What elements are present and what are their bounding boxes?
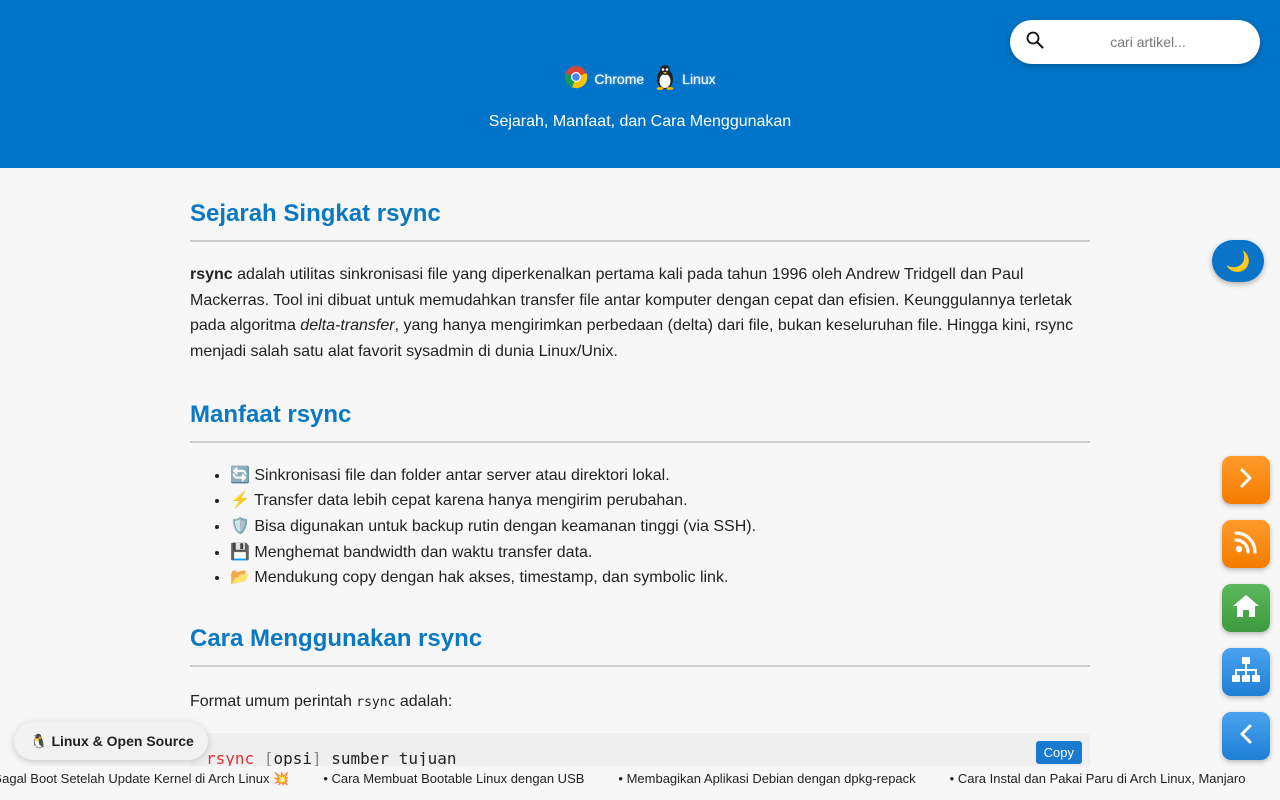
- list-item: ⚡ Transfer data lebih cepat karena hanya…: [230, 488, 1090, 514]
- sitemap-icon: [1231, 656, 1261, 689]
- delta-transfer-term: delta-transfer: [300, 317, 395, 335]
- news-ticker: Gagal Boot Setelah Update Kernel di Arch…: [0, 766, 1280, 794]
- format-end: adalah:: [395, 692, 453, 710]
- search-input[interactable]: [1058, 34, 1238, 50]
- chrome-link[interactable]: Chrome: [564, 65, 644, 92]
- ticker-item[interactable]: • Membagikan Aplikasi Debian dengan dpkg…: [618, 771, 915, 787]
- format-paragraph: Format umum perintah rsync adalah:: [190, 689, 1090, 716]
- chrome-icon: [564, 65, 588, 92]
- category-label: Linux & Open Source: [51, 733, 194, 749]
- linux-link-label: Linux: [682, 70, 716, 87]
- next-article-button[interactable]: [1222, 456, 1270, 504]
- list-item: 💾 Menghemat bandwidth dan waktu transfer…: [230, 540, 1090, 566]
- ticker-item[interactable]: • Cara Membuat Bootable Linux dengan USB: [323, 771, 584, 787]
- format-intro: Format umum perintah: [190, 692, 357, 710]
- chrome-link-label: Chrome: [594, 70, 645, 87]
- linux-link[interactable]: Linux: [654, 64, 716, 93]
- inline-code: rsync: [356, 694, 396, 710]
- site-header: Chrome Linux Sejarah, Manfaat, dan Cara …: [0, 0, 1280, 168]
- section-heading-benefits: Manfaat rsync: [190, 401, 1090, 443]
- list-item: 📂 Mendukung copy dengan hak akses, times…: [230, 565, 1090, 591]
- ticker-item[interactable]: Gagal Boot Setelah Update Kernel di Arch…: [0, 771, 289, 787]
- ticker-item[interactable]: • Cara Instal dan Pakai Paru di Arch Lin…: [950, 771, 1246, 787]
- home-icon: [1232, 593, 1260, 624]
- copy-button[interactable]: Copy: [1035, 741, 1082, 765]
- brand-links: Chrome Linux: [0, 64, 1280, 93]
- rss-button[interactable]: [1222, 520, 1270, 568]
- tux-icon: [654, 64, 676, 93]
- prev-article-button[interactable]: [1222, 712, 1270, 760]
- search-icon: [1026, 31, 1044, 54]
- page-subtitle: Sejarah, Manfaat, dan Cara Menggunakan: [488, 113, 792, 130]
- article-content: Sejarah Singkat rsync rsync adalah utili…: [190, 200, 1090, 794]
- ticker-track: Gagal Boot Setelah Update Kernel di Arch…: [0, 771, 1279, 787]
- section-heading-history: Sejarah Singkat rsync: [190, 200, 1090, 242]
- theme-toggle-button[interactable]: 🌙: [1212, 240, 1264, 282]
- home-button[interactable]: [1222, 584, 1270, 632]
- chevron-right-icon: [1235, 467, 1257, 494]
- sitemap-button[interactable]: [1222, 648, 1270, 696]
- rsync-term: rsync: [190, 266, 233, 283]
- benefits-list: 🔄 Sinkronisasi file dan folder antar ser…: [190, 463, 1090, 591]
- search-box[interactable]: [1010, 20, 1260, 64]
- penguin-icon: 🐧: [30, 732, 48, 749]
- chevron-left-icon: [1235, 723, 1257, 750]
- rss-icon: [1233, 529, 1259, 560]
- history-paragraph: rsync adalah utilitas sinkronisasi file …: [190, 262, 1090, 365]
- section-heading-usage: Cara Menggunakan rsync: [190, 625, 1090, 667]
- list-item: 🔄 Sinkronisasi file dan folder antar ser…: [230, 463, 1090, 489]
- list-item: 🛡️ Bisa digunakan untuk backup rutin den…: [230, 514, 1090, 540]
- category-badge[interactable]: 🐧 Linux & Open Source: [14, 722, 208, 760]
- moon-icon: 🌙: [1225, 250, 1251, 273]
